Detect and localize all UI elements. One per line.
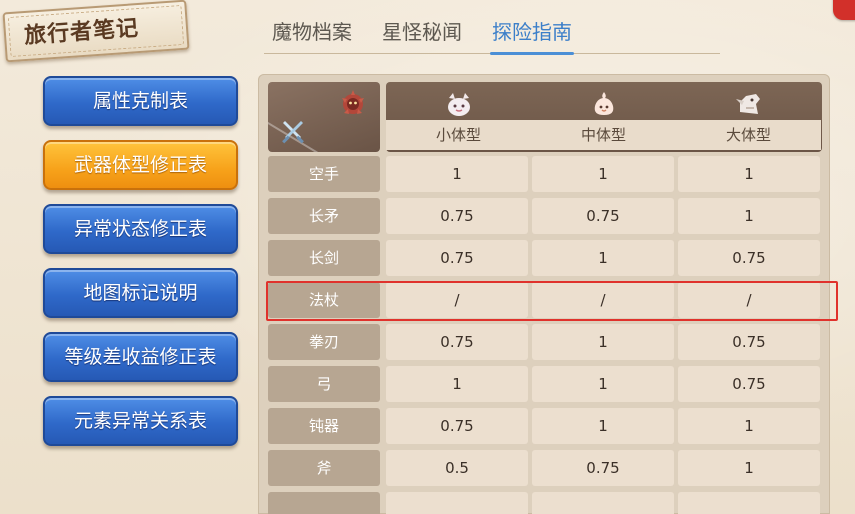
tab-star-secrets[interactable]: 星怪秘闻 bbox=[382, 14, 462, 54]
row-value-small: 0.5 bbox=[386, 450, 528, 486]
row-value-large: 0.75 bbox=[678, 324, 820, 360]
crossed-swords-icon bbox=[282, 121, 304, 144]
row-weapon-label: 弓 bbox=[268, 366, 380, 402]
table-row: 拳刃 0.75 1 0.75 bbox=[268, 324, 822, 360]
row-value-small: 0.75 bbox=[386, 198, 528, 234]
table-row: 长矛 0.75 0.75 1 bbox=[268, 198, 822, 234]
column-header-band: 小体型 中体型 大体型 bbox=[386, 82, 822, 152]
column-header-small: 小体型 bbox=[386, 82, 531, 152]
row-value-large: 1 bbox=[678, 156, 820, 192]
row-value-large: 0.75 bbox=[678, 366, 820, 402]
menu-weapon-size-button[interactable]: 武器体型修正表 bbox=[43, 140, 238, 190]
table-corner-cell bbox=[268, 82, 380, 152]
row-weapon-label: 斧 bbox=[268, 450, 380, 486]
row-value-small: / bbox=[386, 282, 528, 318]
row-value-medium: 1 bbox=[532, 324, 674, 360]
table-row: 空手 1 1 1 bbox=[268, 156, 822, 192]
row-value-medium: 1 bbox=[532, 408, 674, 444]
tab-adventure-guide[interactable]: 探险指南 bbox=[490, 14, 574, 55]
row-value-medium: 1 bbox=[532, 366, 674, 402]
tab-bar: 魔物档案 星怪秘闻 探险指南 bbox=[264, 14, 720, 55]
menu-element-status-button[interactable]: 元素异常关系表 bbox=[43, 396, 238, 446]
row-value-partial bbox=[532, 492, 674, 514]
row-weapon-label: 钝器 bbox=[268, 408, 380, 444]
small-monster-icon bbox=[447, 93, 470, 116]
close-corner-icon[interactable] bbox=[833, 0, 855, 20]
row-weapon-label: 空手 bbox=[268, 156, 380, 192]
row-value-large: 1 bbox=[678, 408, 820, 444]
row-value-large: / bbox=[678, 282, 820, 318]
row-value-small: 0.75 bbox=[386, 240, 528, 276]
row-value-medium: 0.75 bbox=[532, 198, 674, 234]
menu-status-effect-button[interactable]: 异常状态修正表 bbox=[43, 204, 238, 254]
row-value-small: 1 bbox=[386, 366, 528, 402]
row-weapon-label: 拳刃 bbox=[268, 324, 380, 360]
large-monster-icon bbox=[735, 94, 760, 114]
row-value-small: 1 bbox=[386, 156, 528, 192]
row-value-partial bbox=[386, 492, 528, 514]
row-value-medium: 1 bbox=[532, 240, 674, 276]
menu-level-diff-button[interactable]: 等级差收益修正表 bbox=[43, 332, 238, 382]
row-value-small: 0.75 bbox=[386, 408, 528, 444]
weapon-size-table: 小体型 中体型 大体型 空手 1 1 1 长矛 0.75 0.75 1 长剑 0… bbox=[258, 74, 830, 514]
monster-emblem-icon bbox=[342, 90, 364, 114]
column-header-large: 大体型 bbox=[676, 82, 821, 152]
column-label-medium: 中体型 bbox=[531, 120, 676, 150]
row-value-partial bbox=[678, 492, 820, 514]
menu-element-chart-button[interactable]: 属性克制表 bbox=[43, 76, 238, 126]
column-label-small: 小体型 bbox=[386, 120, 531, 150]
row-value-large: 1 bbox=[678, 450, 820, 486]
row-weapon-label: 法杖 bbox=[268, 282, 380, 318]
tab-monster-archive[interactable]: 魔物档案 bbox=[272, 14, 352, 54]
menu-map-marker-button[interactable]: 地图标记说明 bbox=[43, 268, 238, 318]
table-row-highlighted: 法杖 / / / bbox=[268, 282, 822, 318]
table-row: 弓 1 1 0.75 bbox=[268, 366, 822, 402]
row-value-small: 0.75 bbox=[386, 324, 528, 360]
medium-monster-icon bbox=[594, 92, 613, 115]
table-row-partial bbox=[268, 492, 822, 514]
row-value-large: 0.75 bbox=[678, 240, 820, 276]
table-row: 长剑 0.75 1 0.75 bbox=[268, 240, 822, 276]
row-weapon-label: 长剑 bbox=[268, 240, 380, 276]
column-header-medium: 中体型 bbox=[531, 82, 676, 152]
row-weapon-label: 长矛 bbox=[268, 198, 380, 234]
row-value-large: 1 bbox=[678, 198, 820, 234]
title-banner: 旅行者笔记 bbox=[0, 0, 196, 64]
column-label-large: 大体型 bbox=[676, 120, 821, 150]
row-weapon-label-partial bbox=[268, 492, 380, 514]
row-value-medium: 1 bbox=[532, 156, 674, 192]
table-row: 钝器 0.75 1 1 bbox=[268, 408, 822, 444]
table-row: 斧 0.5 0.75 1 bbox=[268, 450, 822, 486]
row-value-medium: / bbox=[532, 282, 674, 318]
row-value-medium: 0.75 bbox=[532, 450, 674, 486]
